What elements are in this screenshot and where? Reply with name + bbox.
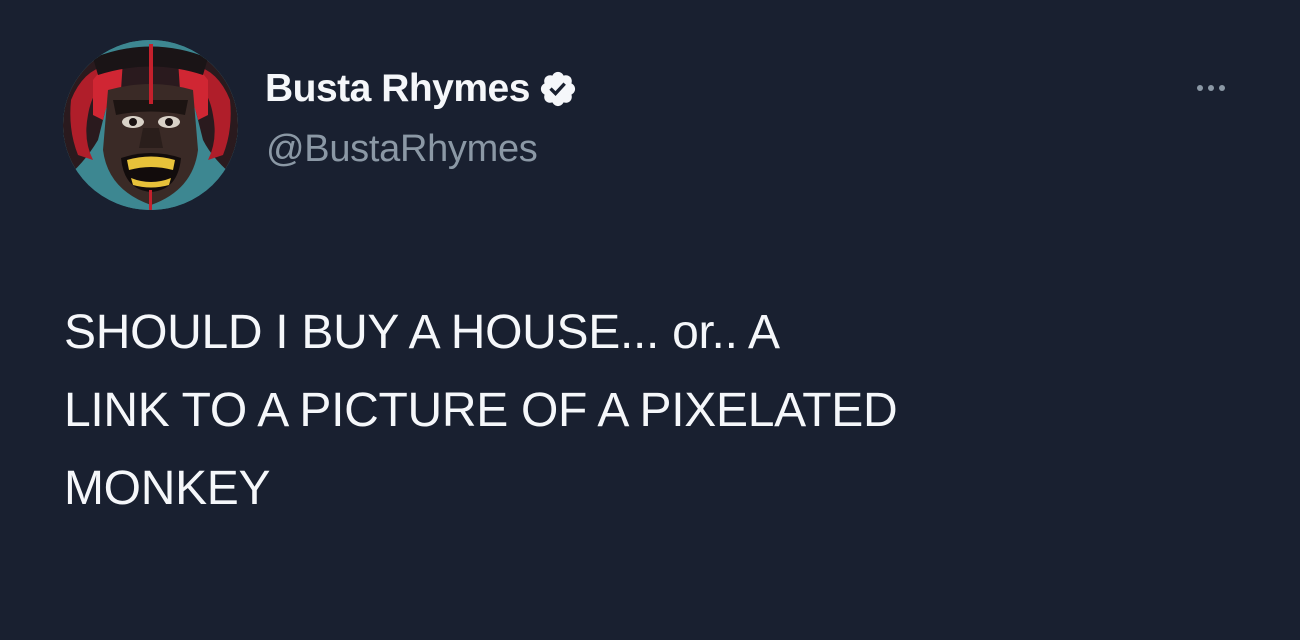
author-name-row[interactable]: Busta Rhymes bbox=[265, 66, 578, 112]
dot bbox=[1219, 85, 1225, 91]
avatar-illustration bbox=[63, 40, 238, 210]
tweet-text-line: SHOULD I BUY A HOUSE... or.. A bbox=[64, 306, 780, 359]
tweet-text: SHOULD I BUY A HOUSE... or.. A LINK TO A… bbox=[64, 294, 1264, 528]
dot bbox=[1197, 85, 1203, 91]
display-name[interactable]: Busta Rhymes bbox=[265, 67, 530, 111]
author-handle[interactable]: @BustaRhymes bbox=[266, 128, 538, 171]
verified-badge-icon bbox=[538, 69, 578, 109]
more-options-icon[interactable] bbox=[1186, 74, 1236, 102]
tweet-card: Busta Rhymes @BustaRhymes SHOULD I BUY A… bbox=[0, 0, 1300, 640]
tweet-text-line: LINK TO A PICTURE OF A PIXELATED bbox=[64, 384, 898, 437]
avatar[interactable] bbox=[63, 40, 238, 210]
tweet-text-line: MONKEY bbox=[64, 462, 271, 515]
dot bbox=[1208, 85, 1214, 91]
